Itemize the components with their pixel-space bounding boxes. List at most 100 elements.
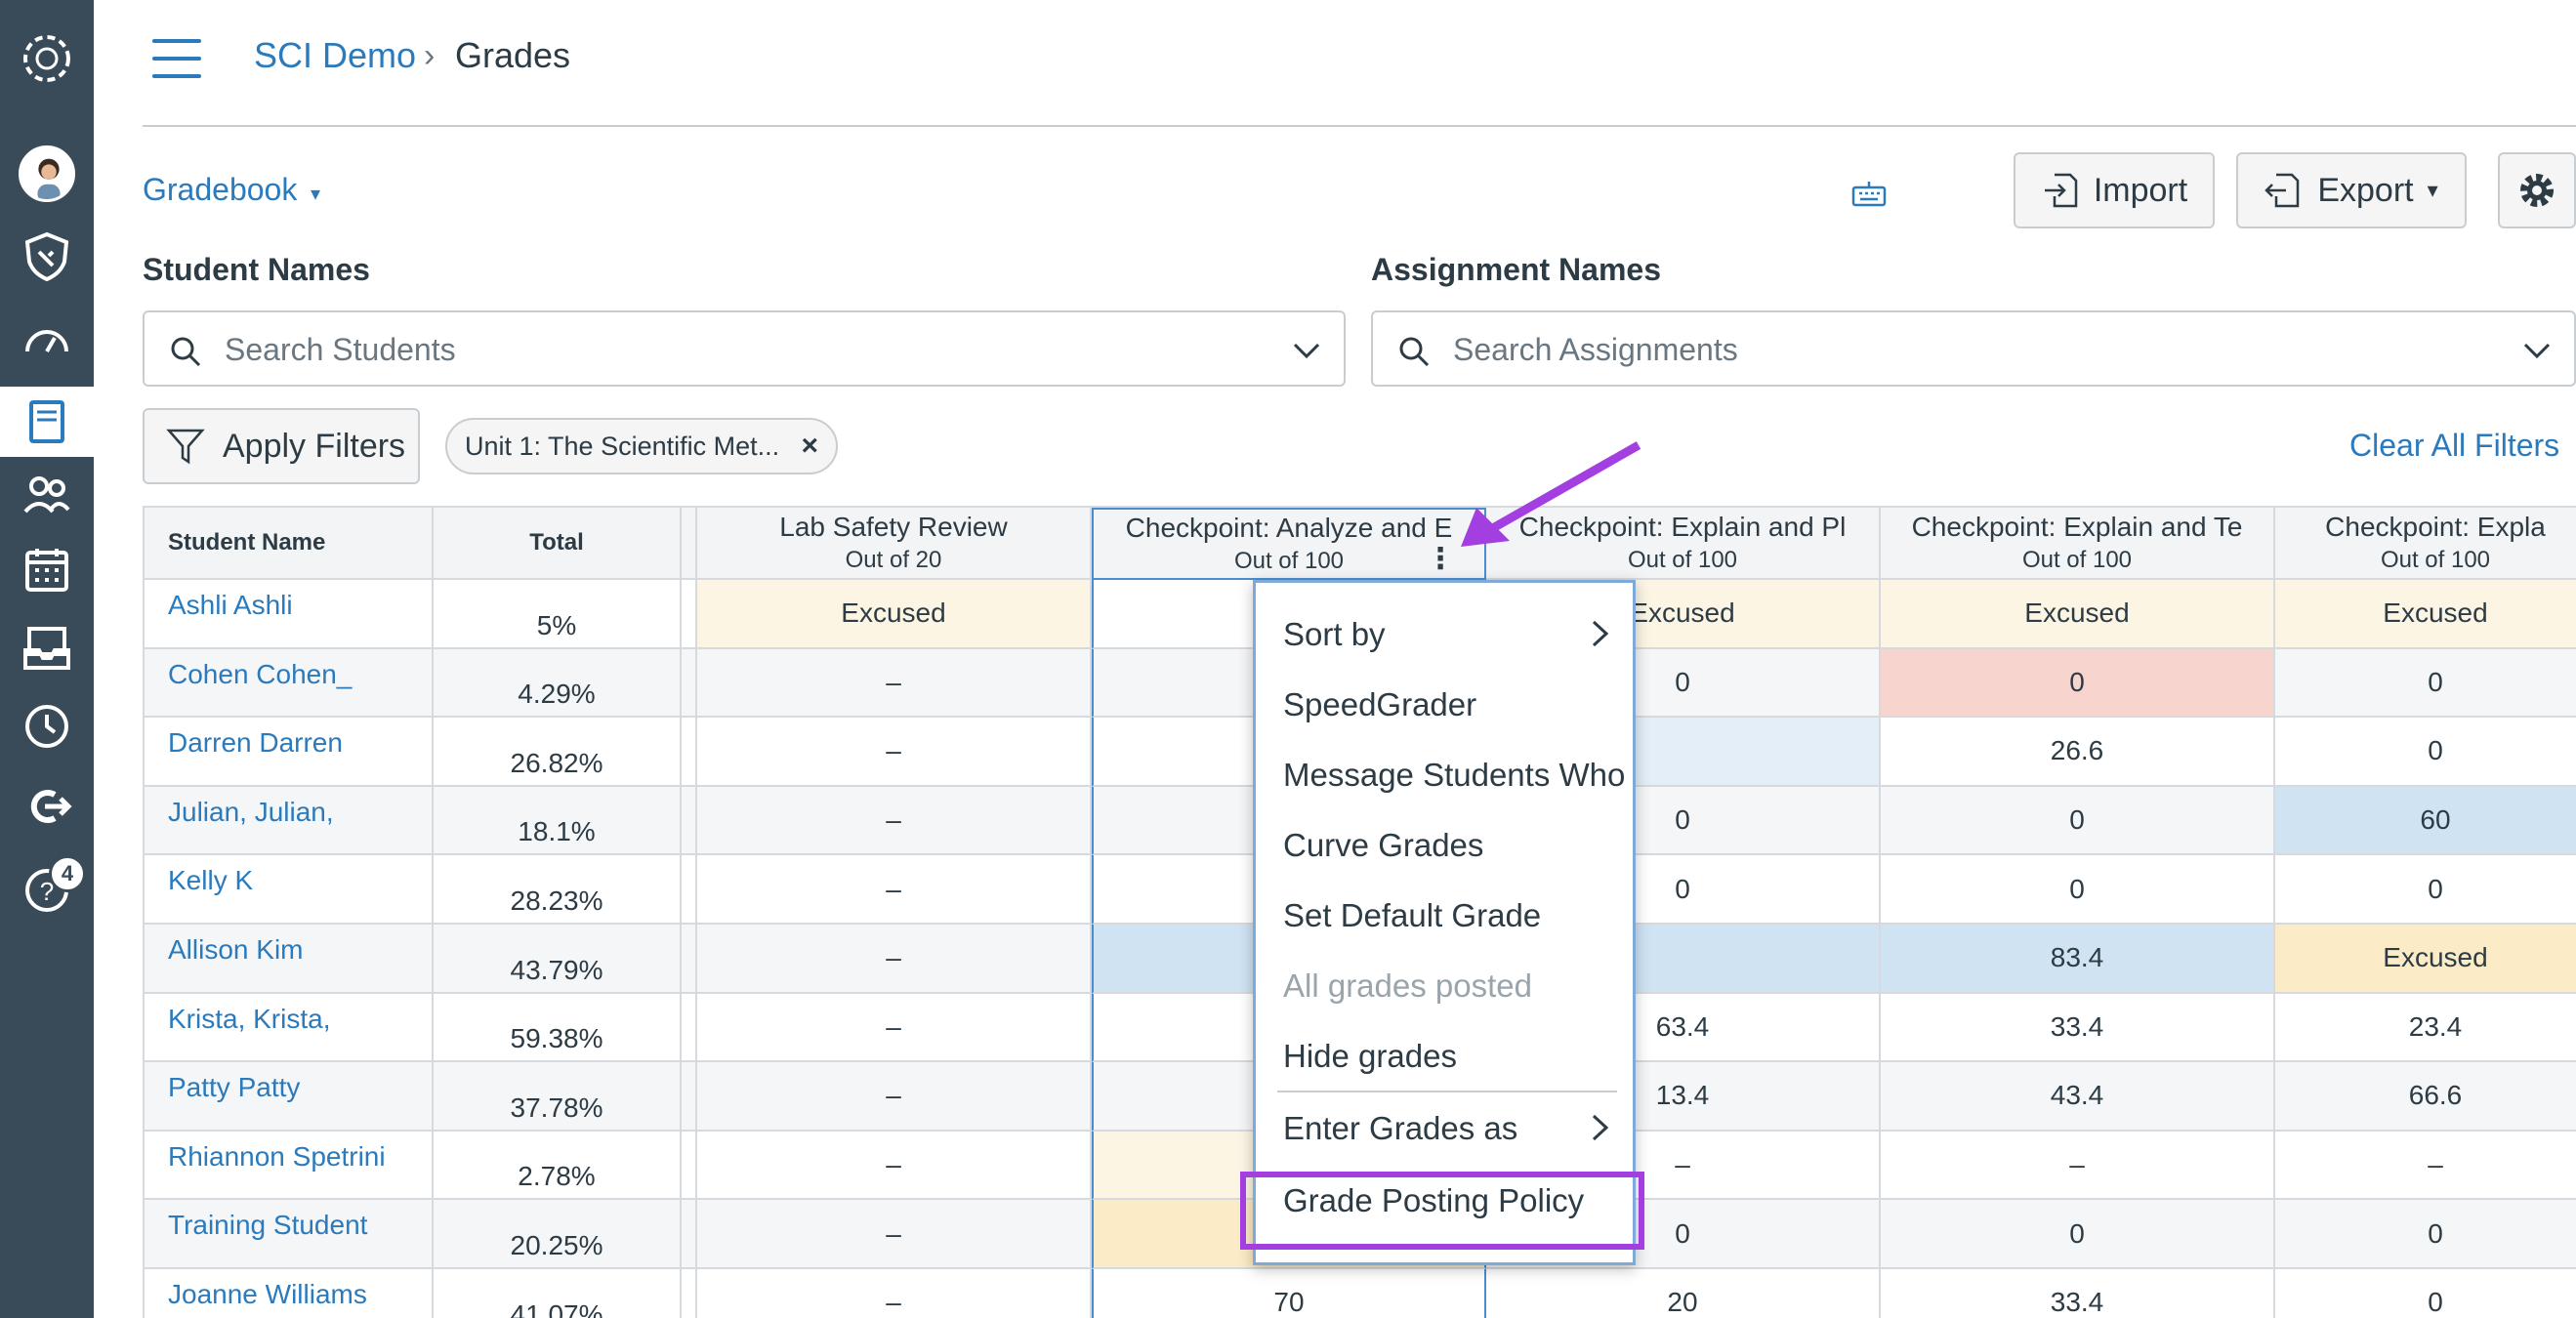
student-name-link[interactable]: Kelly K <box>145 855 434 925</box>
menu-item-message-students[interactable]: Message Students Who <box>1283 757 1625 794</box>
active-filter-pill[interactable]: Unit 1: The Scientific Met... × <box>445 418 838 474</box>
column-header-c1[interactable]: Lab Safety Review Out of 20 <box>697 508 1092 580</box>
nav-dashboard[interactable] <box>0 305 94 375</box>
grade-cell[interactable]: – <box>697 786 1092 856</box>
keyboard-shortcuts-icon[interactable] <box>1851 180 1887 207</box>
settings-button[interactable] <box>2498 152 2576 228</box>
grade-cell[interactable]: 0 <box>1881 786 2275 856</box>
column-header-c4[interactable]: Checkpoint: Explain and Te Out of 100 <box>1881 508 2275 580</box>
grade-cell[interactable]: 26.6 <box>1881 718 2275 787</box>
nav-courses[interactable] <box>0 387 94 457</box>
search-icon <box>1399 337 1430 367</box>
column-header-menu: Sort by SpeedGrader Message Students Who… <box>1253 580 1636 1265</box>
student-search-input[interactable]: Search Students <box>143 310 1346 387</box>
row-gap-cell <box>682 718 697 787</box>
student-name-link[interactable]: Ashli Ashli <box>145 580 434 649</box>
nav-calendar[interactable] <box>0 535 94 605</box>
row-gap-cell <box>682 580 697 649</box>
grade-cell[interactable]: 0 <box>2275 1200 2576 1269</box>
grade-cell[interactable]: – <box>697 993 1092 1063</box>
nav-account[interactable] <box>0 139 94 209</box>
grade-cell[interactable]: 20 <box>1486 1269 1881 1318</box>
menu-item-curve-grades[interactable]: Curve Grades <box>1283 827 1483 864</box>
grade-cell[interactable]: – <box>697 1062 1092 1132</box>
student-name-link[interactable]: Rhiannon Spetrini <box>145 1131 434 1201</box>
grade-cell[interactable]: 43.4 <box>1881 1062 2275 1132</box>
student-name-link[interactable]: Patty Patty <box>145 1062 434 1132</box>
column-header-c2[interactable]: Checkpoint: Analyze and E Out of 100 ⋮ <box>1092 508 1486 580</box>
nav-groups[interactable] <box>0 459 94 529</box>
student-name-link[interactable]: Julian, Julian, <box>145 786 434 856</box>
grade-cell[interactable]: 0 <box>1881 855 2275 925</box>
student-name-link[interactable]: Joanne Williams <box>145 1269 434 1318</box>
grade-cell[interactable]: Excused <box>697 580 1092 649</box>
grade-cell[interactable]: 60 <box>2275 786 2576 856</box>
grade-cell[interactable]: – <box>2275 1132 2576 1201</box>
grade-cell[interactable]: – <box>1881 1131 2275 1201</box>
grade-cell[interactable]: 70 <box>1092 1269 1486 1318</box>
total-grade-cell: 43.79% <box>434 925 682 994</box>
breadcrumb-current-page: Grades <box>455 35 571 75</box>
grade-cell[interactable]: – <box>697 1131 1092 1201</box>
grade-cell[interactable]: – <box>697 1269 1092 1318</box>
grade-cell[interactable]: 0 <box>2275 855 2576 925</box>
grade-cell[interactable]: Excused <box>1881 580 2275 649</box>
grade-cell[interactable]: – <box>697 855 1092 925</box>
nav-commons[interactable] <box>0 771 94 842</box>
grade-cell[interactable]: 0 <box>2275 648 2576 719</box>
student-name-link[interactable]: Darren Darren <box>145 718 434 787</box>
breadcrumb-course-link[interactable]: SCI Demo <box>254 35 416 76</box>
column-header-total[interactable]: Total <box>434 508 682 580</box>
total-grade-cell: 20.25% <box>434 1200 682 1269</box>
menu-item-speedgrader[interactable]: SpeedGrader <box>1283 686 1476 723</box>
filter-funnel-icon <box>166 429 205 465</box>
grade-cell[interactable]: 23.4 <box>2275 994 2576 1063</box>
chevron-right-icon[interactable] <box>1590 618 1611 649</box>
hamburger-menu-icon[interactable] <box>152 39 201 78</box>
export-button[interactable]: Export ▾ <box>2236 152 2467 228</box>
student-name-link[interactable]: Allison Kim <box>145 925 434 994</box>
nav-history[interactable] <box>0 691 94 762</box>
chevron-down-icon[interactable] <box>1291 336 1322 365</box>
student-name-link[interactable]: Cohen Cohen_ <box>145 648 434 719</box>
column-header-name[interactable]: Student Name <box>145 508 434 580</box>
nav-admin[interactable] <box>0 221 94 291</box>
grade-cell[interactable]: 0 <box>1881 648 2275 719</box>
grade-cell[interactable]: – <box>697 718 1092 787</box>
column-header-points: Out of 100 <box>1627 547 1738 573</box>
gradebook-caret-icon[interactable]: ▾ <box>311 182 320 206</box>
import-icon <box>2044 173 2078 208</box>
header-gap <box>682 508 697 580</box>
grade-cell[interactable]: – <box>697 925 1092 994</box>
student-name-link[interactable]: Training Student <box>145 1200 434 1269</box>
clear-all-filters-link[interactable]: Clear All Filters <box>2349 428 2559 464</box>
close-icon[interactable]: × <box>801 430 818 463</box>
grade-cell[interactable]: 66.6 <box>2275 1062 2576 1132</box>
grade-cell[interactable]: 0 <box>1881 1200 2275 1269</box>
menu-item-set-default-grade[interactable]: Set Default Grade <box>1283 897 1541 934</box>
nav-logo[interactable] <box>0 23 94 94</box>
chevron-down-icon[interactable] <box>2521 336 2553 365</box>
grade-cell[interactable]: 33.4 <box>1881 993 2275 1063</box>
chevron-right-icon[interactable] <box>1590 1112 1611 1143</box>
assignment-search-input[interactable]: Search Assignments <box>1371 310 2576 387</box>
import-button[interactable]: Import <box>2014 152 2215 228</box>
grade-cell[interactable]: 83.4 <box>1881 925 2275 994</box>
courses-book-icon <box>29 400 64 443</box>
menu-item-sort-by[interactable]: Sort by <box>1283 616 1386 653</box>
grade-cell[interactable]: Excused <box>2275 925 2576 994</box>
grade-cell[interactable]: – <box>697 1200 1092 1269</box>
grade-cell[interactable]: 33.4 <box>1881 1269 2275 1318</box>
apply-filters-button[interactable]: Apply Filters <box>143 408 420 484</box>
grade-cell[interactable]: 0 <box>2275 1269 2576 1318</box>
menu-item-enter-grades-as[interactable]: Enter Grades as <box>1283 1110 1517 1147</box>
grade-cell[interactable]: – <box>697 648 1092 719</box>
gradebook-view-menu[interactable]: Gradebook <box>143 172 297 208</box>
grade-cell[interactable]: Excused <box>2275 580 2576 649</box>
commons-arrow-icon <box>30 790 72 823</box>
nav-inbox[interactable] <box>0 613 94 683</box>
menu-item-hide-grades[interactable]: Hide grades <box>1283 1038 1457 1075</box>
student-name-link[interactable]: Krista, Krista, <box>145 993 434 1063</box>
column-header-c5[interactable]: Checkpoint: Expla Out of 100 <box>2275 508 2576 580</box>
grade-cell[interactable]: 0 <box>2275 718 2576 787</box>
